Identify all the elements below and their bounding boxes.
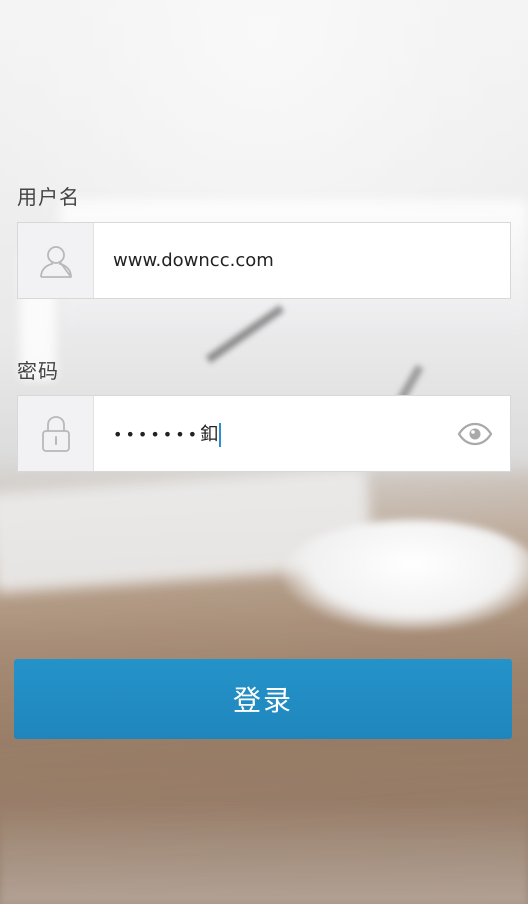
eye-icon[interactable] xyxy=(440,396,510,471)
password-field[interactable]: •••••••釦 xyxy=(17,395,511,472)
background-glasses xyxy=(205,304,285,364)
password-label: 密码 xyxy=(17,359,59,383)
login-button[interactable]: 登录 xyxy=(14,659,512,739)
user-icon xyxy=(18,223,94,298)
background-mouse xyxy=(282,520,528,630)
password-last-char: 釦 xyxy=(200,424,219,445)
password-input[interactable]: •••••••釦 xyxy=(94,420,440,447)
text-caret xyxy=(219,423,222,447)
username-field[interactable]: www.downcc.com xyxy=(17,222,511,299)
login-screen: 用户名 www.downcc.com 密码 •••••••釦 登录 xyxy=(0,0,528,904)
background-floor xyxy=(0,800,528,904)
password-masked: ••••••• xyxy=(113,425,201,444)
username-input[interactable]: www.downcc.com xyxy=(94,250,510,271)
background-keyboard xyxy=(0,466,374,594)
username-label: 用户名 xyxy=(17,185,80,209)
lock-icon xyxy=(18,396,94,471)
